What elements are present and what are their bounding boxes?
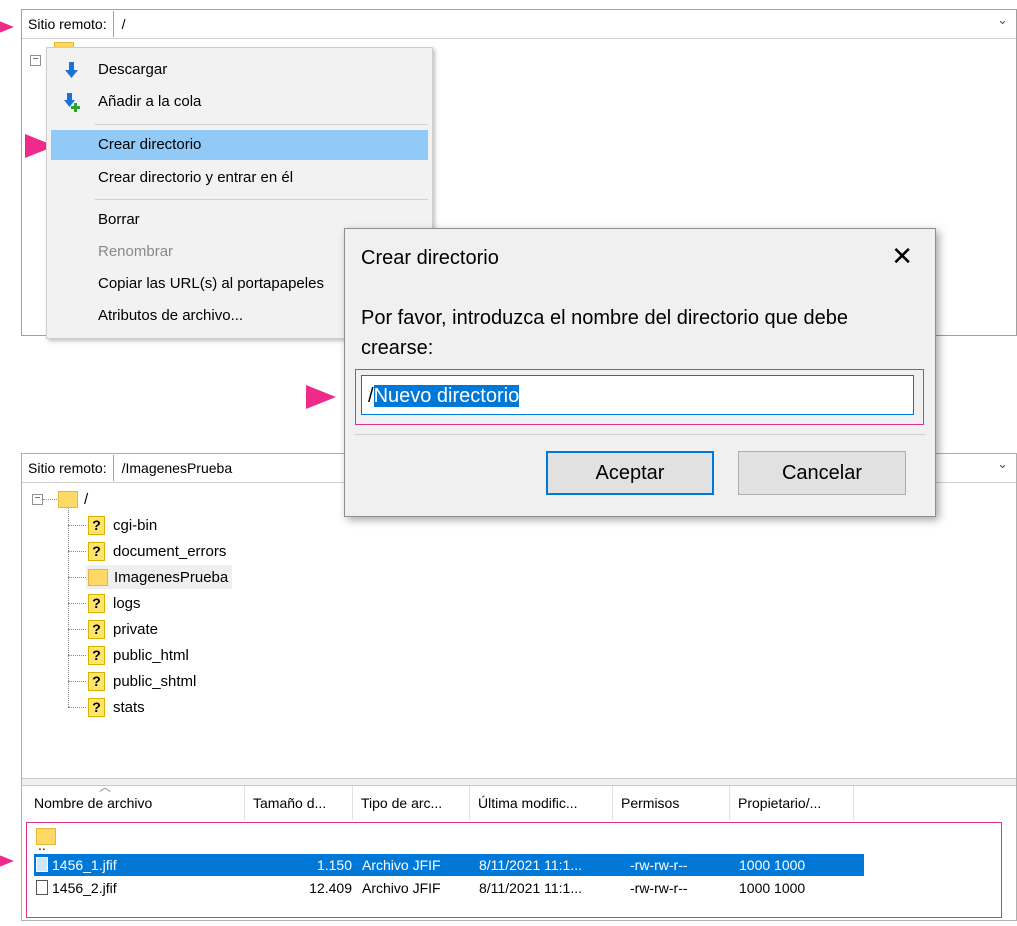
unknown-folder-icon: ? [88,671,105,691]
tree-collapse-icon[interactable]: − [32,494,43,505]
menu-separator [95,124,428,125]
unknown-folder-icon: ? [88,619,105,639]
column-header-type[interactable]: Tipo de arc... [353,786,470,820]
directory-name-input[interactable]: /Nuevo directorio [361,375,914,415]
remote-site-bar: Sitio remoto: / ⌄ [22,10,1016,39]
add-to-queue-icon [64,93,80,112]
folder-icon [88,568,108,586]
dialog-title: Crear directorio [361,247,499,269]
bottom-remote-panel: Sitio remoto: / ImagenesPrueba ⌄ − / ? cg… [21,453,1017,921]
dialog-separator [355,434,925,435]
chevron-down-icon[interactable]: ⌄ [997,12,1008,28]
tree-item-document-errors[interactable]: ? document_errors [88,539,226,563]
remote-site-label: Sitio remoto: [22,11,114,37]
column-header-modified[interactable]: Última modific... [470,786,613,820]
menu-item-label: Borrar [98,211,140,228]
file-list-header: ︿ Nombre de archivo Tamaño d... Tipo de … [22,780,1016,820]
unknown-folder-icon: ? [88,515,105,535]
menu-item-label: Copiar las URL(s) al portapapeles [98,275,324,292]
file-owner-cell: 1000 1000 [739,880,806,896]
file-modified-cell: 8/11/2021 11:1... [479,880,583,896]
file-type-cell: Archivo JFIF [362,880,441,896]
download-icon [65,62,78,78]
file-permissions-cell: -rw-rw-r-- [630,880,688,896]
input-selected-text: Nuevo directorio [373,385,520,407]
tree-item-public-html[interactable]: ? public_html [88,643,189,667]
file-size-cell: 12.409 [309,880,352,896]
menu-item-label: Descargar [98,61,168,78]
remote-site-label: Sitio remoto: [22,455,114,481]
menu-item-label: Atributos de archivo... [98,307,244,324]
file-name-cell: 1456_1.jfif [36,854,117,876]
menu-item-create-directory[interactable]: Crear directorio [51,130,428,160]
tree-item-imagenesprueba[interactable]: ImagenesPrueba [86,565,233,589]
tree-item-cgi-bin[interactable]: ? cgi-bin [88,513,157,537]
list-item-parent-dir[interactable]: .. [34,828,864,852]
pointer-arrow-dialog [306,385,336,409]
table-row[interactable]: 1456_1.jfif 1.150 Archivo JFIF 8/11/2021… [34,854,864,876]
parent-dir-label: .. [38,837,46,853]
menu-separator [95,199,428,200]
tree-item-label: private [113,620,159,638]
file-name-cell: 1456_2.jfif [36,877,117,899]
menu-item-add-to-queue[interactable]: Añadir a la cola [51,87,428,117]
pointer-arrow-top [0,15,14,39]
tree-root-label: / [84,490,89,508]
menu-item-download[interactable]: Descargar [51,55,428,85]
column-header-permissions[interactable]: Permisos [613,786,730,820]
tree-item-public-shtml[interactable]: ? public_shtml [88,669,196,693]
tree-item-label: ImagenesPrueba [114,568,229,586]
directory-tree: − / ? cgi-bin ? document_errors Imagenes… [22,484,1016,774]
create-directory-dialog: Crear directorio ✕ Por favor, introduzca… [344,228,936,517]
tree-item-stats[interactable]: ? stats [88,695,145,719]
menu-item-label: Añadir a la cola [98,93,202,110]
file-icon [36,857,48,872]
menu-item-label: Crear directorio y entrar en él [98,169,294,186]
file-owner-cell: 1000 1000 [739,857,806,873]
unknown-folder-icon: ? [88,697,105,717]
column-header-owner[interactable]: Propietario/... [730,786,854,820]
input-prefix: / [368,385,374,407]
menu-item-label: Crear directorio [98,136,202,153]
dialog-message: Por favor, introduzca el nombre del dire… [361,307,848,359]
tree-item-label: public_shtml [113,672,197,690]
file-icon [36,880,48,895]
unknown-folder-icon: ? [88,645,105,665]
column-header-size[interactable]: Tamaño d... [245,786,353,820]
close-icon[interactable]: ✕ [891,241,913,272]
cancel-button[interactable]: Cancelar [738,451,906,495]
tree-item-label: public_html [113,646,189,664]
tree-item-private[interactable]: ? private [88,617,158,641]
input-highlight-frame: /Nuevo directorio [355,369,924,425]
folder-icon [58,490,78,508]
file-list: ︿ Nombre de archivo Tamaño d... Tipo de … [22,780,1016,920]
file-size-cell: 1.150 [316,857,352,873]
tree-item-label: document_errors [113,542,227,560]
tree-item-logs[interactable]: ? logs [88,591,141,615]
tree-item-label: stats [113,698,145,716]
file-modified-cell: 8/11/2021 11:1... [479,857,583,873]
file-permissions-cell: -rw-rw-r-- [630,857,688,873]
column-header-name[interactable]: Nombre de archivo [26,786,245,820]
accept-button[interactable]: Aceptar [546,451,714,495]
pointer-arrow-files [0,849,14,873]
menu-item-create-directory-and-enter[interactable]: Crear directorio y entrar en él [51,163,428,193]
chevron-down-icon[interactable]: ⌄ [997,456,1008,472]
unknown-folder-icon: ? [88,593,105,613]
table-row[interactable]: 1456_2.jfif 12.409 Archivo JFIF 8/11/202… [34,877,864,899]
tree-item-label: logs [113,594,141,612]
remote-site-path-input[interactable]: / [114,11,1016,37]
tree-collapse-icon[interactable]: − [30,55,41,66]
file-type-cell: Archivo JFIF [362,857,441,873]
pane-splitter[interactable] [22,778,1016,786]
unknown-folder-icon: ? [88,541,105,561]
tree-root[interactable]: / [58,487,88,511]
tree-item-label: cgi-bin [113,516,158,534]
menu-item-label: Renombrar [98,243,174,260]
